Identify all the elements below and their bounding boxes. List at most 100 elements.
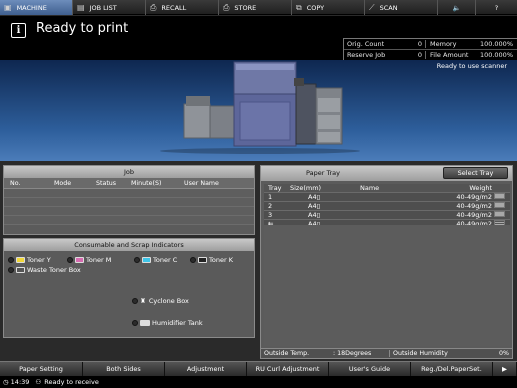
tank-icon [140, 320, 150, 326]
orig-count-value: 0 [400, 40, 426, 48]
tray-number: 3 [268, 211, 273, 219]
tab-machine[interactable]: ▣ MACHINE [0, 0, 73, 15]
paper-tray-header: Paper Tray Select Tray [261, 166, 512, 181]
paper-level-icon [494, 202, 505, 208]
job-table-header: No. Mode Status Minute(S) User Name [4, 178, 254, 189]
job-panel-title: Job [4, 166, 254, 178]
arrow-right-icon: ▶ [502, 365, 507, 373]
tab-store-label: STORE [234, 3, 257, 12]
footer-status-bar: ◷ 14:39 ⚇ Ready to receive [0, 376, 517, 388]
consumables-panel: Consumable and Scrap Indicators Toner Y … [3, 238, 255, 338]
tab-store[interactable]: ⎙ STORE [219, 0, 292, 15]
toner-c-label: Toner C [153, 256, 178, 264]
toner-cartridge-icon [16, 257, 25, 263]
status-lamp-icon [190, 257, 196, 263]
toner-cartridge-icon [198, 257, 207, 263]
tab-job-list[interactable]: ▤ JOB LIST [73, 0, 146, 15]
job-row[interactable] [4, 207, 254, 216]
waste-toner-label: Waste Toner Box [27, 266, 81, 274]
consumables-title: Consumable and Scrap Indicators [4, 239, 254, 251]
toner-k-indicator: Toner K [190, 256, 233, 264]
reg-del-paper-set-button[interactable]: Reg./Del.PaperSet. [411, 362, 493, 376]
next-page-button[interactable]: ▶ [493, 362, 517, 376]
footer-status: Ready to receive [44, 378, 99, 386]
tray-row-1[interactable]: 1 A4▯ 40-49g/m2 [264, 193, 510, 202]
paper-level-icon [494, 211, 505, 217]
toner-m-indicator: Toner M [67, 256, 111, 264]
ru-curl-adjustment-button[interactable]: RU Curl Adjustment [247, 362, 329, 376]
printer-icon: ⎙ [150, 2, 157, 12]
reserve-job-value: 0 [400, 51, 426, 59]
job-row[interactable] [4, 189, 254, 198]
reserve-job-label: Reserve Job [347, 51, 386, 59]
scan-icon: ⟋ [369, 2, 375, 12]
job-row[interactable] [4, 216, 254, 225]
status-lamp-icon [8, 267, 14, 273]
tab-scan[interactable]: ⟋ SCAN [365, 0, 438, 15]
status-lamp-icon [8, 257, 14, 263]
memory-value: 100.000% [479, 40, 513, 48]
tray-row-3[interactable]: 3 A4▯ 40-49g/m2 [264, 211, 510, 220]
portrait-orientation-icon: ▯ [316, 202, 321, 210]
tray-list-empty-area [264, 225, 510, 346]
cyclone-box-indicator: ♜ Cyclone Box [132, 297, 189, 305]
top-tab-bar: ▣ MACHINE ▤ JOB LIST ⎙ RECALL ⎙ STORE ⧉ … [0, 0, 517, 15]
tab-scan-label: SCAN [379, 3, 398, 12]
toner-cartridge-icon [75, 257, 84, 263]
job-row[interactable] [4, 198, 254, 207]
tray-weight: 40-49g/m2 [456, 193, 492, 201]
sound-button[interactable]: 🔈 [438, 0, 476, 15]
tab-copy-label: COPY [306, 3, 325, 12]
toner-y-label: Toner Y [27, 256, 51, 264]
memory-label: Memory [430, 40, 457, 48]
toner-m-label: Toner M [86, 256, 112, 264]
tray-number: 1 [268, 193, 273, 201]
job-col-status: Status [96, 179, 117, 187]
tray-col-tray: Tray [268, 184, 282, 192]
job-col-mode: Mode [54, 179, 72, 187]
tray-col-size: Size(mm) [290, 184, 322, 192]
outside-temp-value: : 18Degrees [333, 350, 372, 357]
adjustment-button[interactable]: Adjustment [165, 362, 247, 376]
toner-y-indicator: Toner Y [8, 256, 51, 264]
job-col-no: No. [10, 179, 21, 187]
tab-machine-label: MACHINE [16, 3, 47, 12]
both-sides-button[interactable]: Both Sides [83, 362, 165, 376]
file-amount-label: File Amount [430, 51, 469, 59]
status-lamp-icon [132, 298, 138, 304]
tab-recall[interactable]: ⎙ RECALL [146, 0, 219, 15]
network-icon: ⚇ [35, 378, 42, 386]
file-amount-value: 100.000% [479, 51, 513, 59]
help-button[interactable]: ? [476, 0, 517, 15]
select-tray-button[interactable]: Select Tray [443, 167, 508, 179]
job-col-minute: Minute(S) [131, 179, 162, 187]
store-icon: ⎙ [223, 2, 230, 12]
tab-copy[interactable]: ⧉ COPY [292, 0, 365, 15]
consumables-body: Toner Y Toner M Toner C Toner K Waste To [4, 251, 254, 337]
status-lamp-icon [132, 320, 138, 326]
paper-setting-button[interactable]: Paper Setting [0, 362, 83, 376]
info-icon: i [11, 23, 26, 38]
tray-table: Tray Size(mm) Name Weight 1 A4▯ 40-49g/m… [264, 184, 510, 229]
tray-size: A4 [308, 202, 317, 210]
status-lamp-icon [67, 257, 73, 263]
environment-row: Outside Temp. : 18Degrees Outside Humidi… [261, 348, 512, 358]
tray-weight: 40-49g/m2 [456, 211, 492, 219]
tab-job-list-label: JOB LIST [89, 3, 117, 12]
bottom-button-bar: Paper Setting Both Sides Adjustment RU C… [0, 361, 517, 376]
tray-table-header: Tray Size(mm) Name Weight [264, 184, 510, 193]
paper-tray-panel: Paper Tray Select Tray Tray Size(mm) Nam… [260, 165, 513, 359]
tray-row-2[interactable]: 2 A4▯ 40-49g/m2 [264, 202, 510, 211]
humidifier-tank-label: Humidifier Tank [152, 319, 203, 327]
list-icon: ▤ [77, 3, 85, 12]
cyclone-icon: ♜ [140, 297, 146, 305]
toner-cartridge-icon [142, 257, 151, 263]
cyclone-box-label: Cyclone Box [148, 297, 189, 305]
tray-size: A4 [308, 193, 317, 201]
copy-icon: ⧉ [296, 2, 302, 12]
footer-time: 14:39 [10, 378, 30, 386]
orig-count-label: Orig. Count [347, 40, 385, 48]
users-guide-button[interactable]: User's Guide [329, 362, 411, 376]
paper-tray-title: Paper Tray [306, 169, 340, 177]
tray-col-name: Name [360, 184, 380, 192]
